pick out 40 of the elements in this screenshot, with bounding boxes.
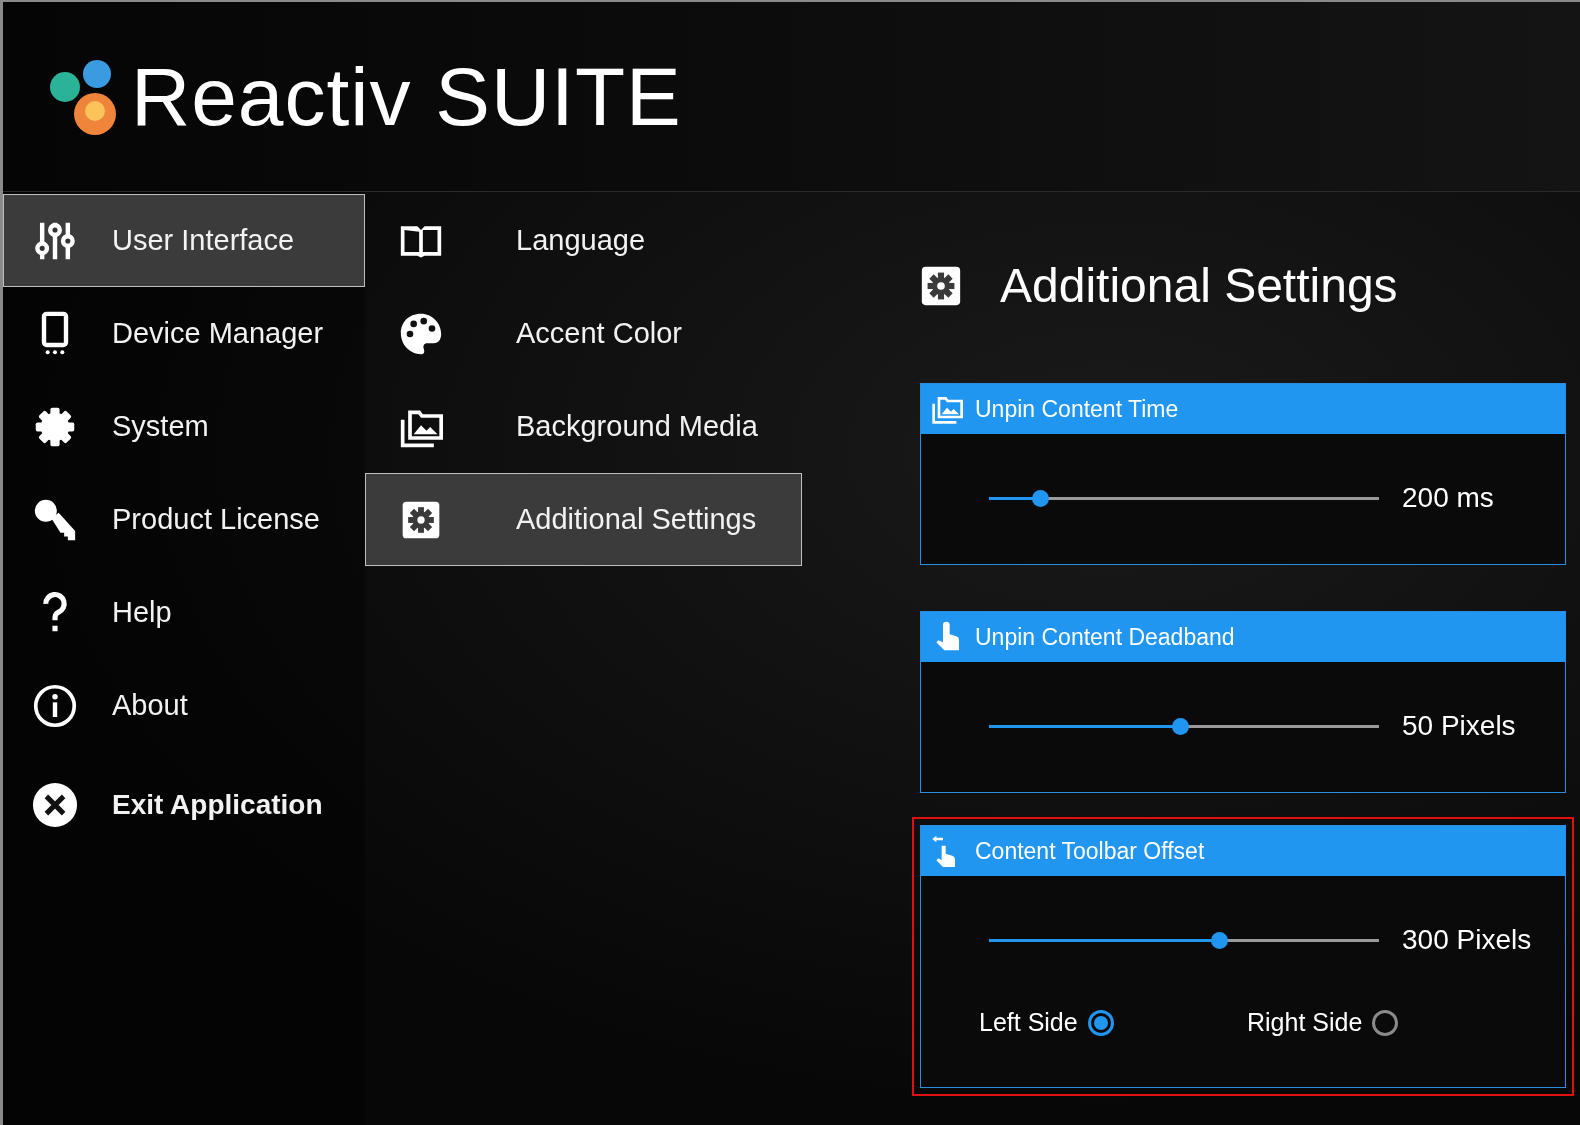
submenu-item[interactable]: Background Media bbox=[365, 380, 802, 473]
radio-button[interactable] bbox=[1372, 1009, 1399, 1036]
sidebar-item[interactable]: Product License bbox=[3, 473, 365, 566]
submenu-item[interactable]: Language bbox=[365, 194, 802, 287]
sidebar-item[interactable]: System bbox=[3, 380, 365, 473]
gear-icon bbox=[35, 407, 75, 446]
submenu-item[interactable]: Accent Color bbox=[365, 287, 802, 380]
radio-label: Right Side bbox=[1247, 1008, 1363, 1037]
card-title: Unpin Content Time bbox=[975, 395, 1179, 423]
sidebar-item[interactable]: Help bbox=[3, 566, 365, 659]
book-icon bbox=[400, 225, 442, 257]
slider-value: 50 Pixels bbox=[1402, 710, 1516, 742]
pictures-icon bbox=[932, 397, 963, 424]
slider-value: 200 ms bbox=[1402, 482, 1494, 514]
sidebar-item[interactable]: Exit Application bbox=[3, 758, 365, 851]
card-title: Content Toolbar Offset bbox=[975, 837, 1205, 865]
info-icon bbox=[33, 684, 77, 727]
close-icon bbox=[32, 782, 78, 827]
radio-label: Left Side bbox=[979, 1008, 1078, 1037]
card-title: Unpin Content Deadband bbox=[975, 623, 1235, 651]
gear-icon bbox=[921, 266, 961, 305]
slider-thumb[interactable] bbox=[1211, 931, 1229, 949]
sidebar-item[interactable]: About bbox=[3, 659, 365, 752]
key-icon bbox=[34, 499, 76, 540]
sidebar-item[interactable]: User Interface bbox=[3, 194, 365, 287]
sidebar-item[interactable]: Device Manager bbox=[3, 287, 365, 380]
slider-value: 300 Pixels bbox=[1402, 924, 1532, 956]
radio-button[interactable] bbox=[1087, 1009, 1114, 1036]
page-title: Additional Settings bbox=[1000, 258, 1398, 313]
phone-icon bbox=[41, 311, 69, 354]
slider-thumb[interactable] bbox=[1172, 717, 1190, 735]
pictures-icon bbox=[400, 410, 443, 447]
gear-icon bbox=[402, 501, 440, 538]
submenu-item[interactable]: Additional Settings bbox=[365, 473, 802, 566]
palette-icon bbox=[400, 313, 442, 354]
pointing-hand-icon bbox=[936, 621, 959, 651]
slider-thumb[interactable] bbox=[1031, 489, 1049, 507]
question-mark-icon bbox=[43, 591, 67, 634]
hand-arrow-icon bbox=[932, 835, 955, 867]
logo-text: Reactiv SUITE bbox=[131, 49, 682, 144]
